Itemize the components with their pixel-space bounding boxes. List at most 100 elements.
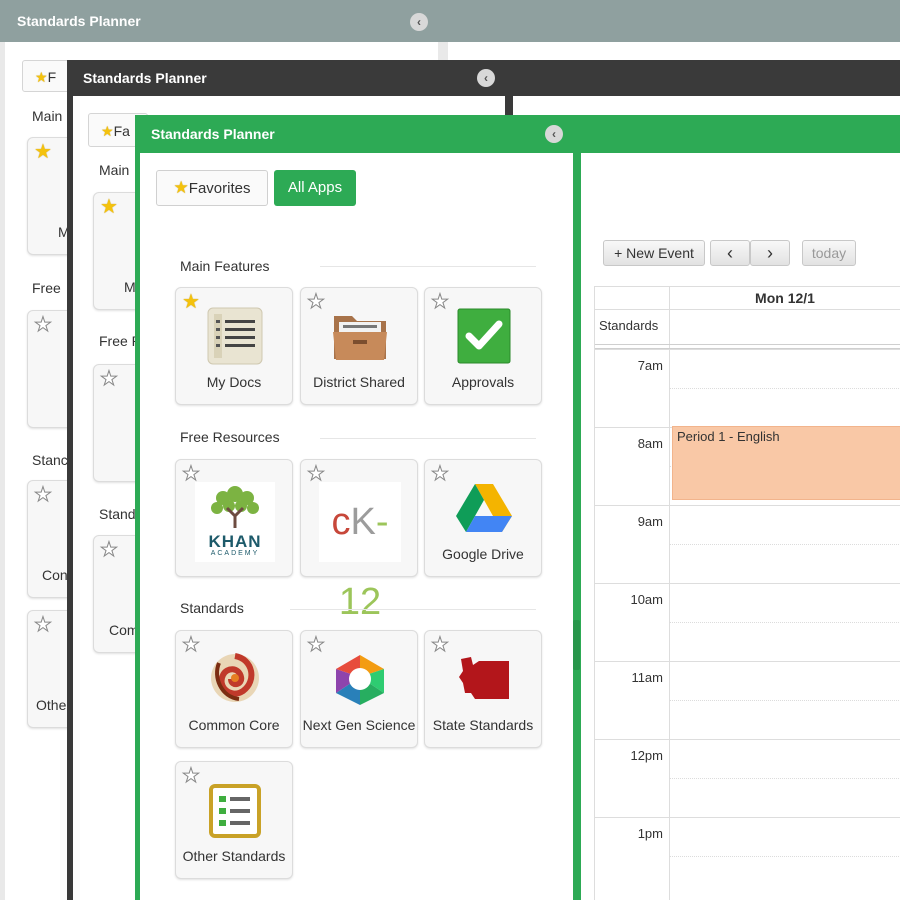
back-star-icon: ★ [34,141,52,163]
half-hour-line [669,856,900,857]
tab-all-apps-label: All Apps [287,179,343,196]
section-main-features: Main Features [180,258,270,274]
middle-window-title: Standards Planner [83,70,207,86]
day-header: Mon 12/1 [755,290,815,306]
app-tile-other-standards[interactable]: ★ Other Standards [175,761,293,879]
app-label: My Docs [206,374,262,390]
half-hour-line [669,388,900,389]
state-map-icon [459,657,509,699]
back-standards-heading: Stanc [32,452,68,468]
back-main-heading: Main [32,108,63,124]
back-free-heading: Free [32,280,61,296]
favorite-star-icon[interactable]: ★ [182,766,201,787]
today-button[interactable]: today [802,240,856,266]
favorite-star-icon[interactable]: ★ [307,292,326,313]
favorite-star-icon[interactable]: ★ [431,464,450,485]
hour-label: 7am [637,358,663,373]
favorite-star-icon[interactable]: ★ [182,635,201,656]
ck12-logo: cK-12 [319,482,401,623]
calendar-panel: + New Event ‹ › today Mon 12/1 Standards… [581,153,900,900]
calendar-grid: Mon 12/1 Standards 7am 8am 9am 10am 11am 12pm… [594,286,900,900]
favorite-star-icon[interactable]: ★ [307,635,326,656]
tab-favorites-label: Favorites [188,180,251,197]
half-hour-line [669,778,900,779]
ck12-c: c [331,501,351,543]
app-tile-my-docs[interactable]: ★ My Docs [175,287,293,405]
khan-logo-text: KHAN [208,532,262,551]
hour-line [595,583,900,584]
header-line [595,309,900,310]
app-tile-google-drive[interactable]: ★ Google Drive [424,459,542,577]
app-tile-approvals[interactable]: ★ Approvals [424,287,542,405]
tab-all-apps[interactable]: All Apps [274,170,356,206]
calendar-event[interactable]: Period 1 - English [672,426,900,500]
hour-label: 11am [631,670,663,685]
checklist-icon [209,784,261,838]
ck12-k: K [350,501,376,543]
tab-favorites[interactable]: ★Favorites [156,170,268,206]
google-drive-icon [456,484,512,532]
section-divider [320,438,536,439]
hour-line [595,661,900,662]
middle-standards-heading: Stand [99,506,136,522]
favorite-star-icon[interactable]: ★ [182,292,200,312]
hour-line [595,505,900,506]
back-window-close-icon[interactable]: ‹ [410,13,428,31]
event-title: Period 1 - English [677,429,780,444]
app-tile-district-shared[interactable]: ★ District Shared [300,287,418,405]
next-button[interactable]: › [750,240,790,266]
splitter-handle[interactable] [573,620,580,670]
hour-label: 9am [637,514,663,529]
app-label: Approvals [451,374,515,390]
back-window-titlebar: Standards Planner [0,0,900,42]
hour-label: 8am [637,436,663,451]
hour-label: 12pm [630,748,663,763]
back-window-title: Standards Planner [17,13,141,29]
half-hour-line [669,622,900,623]
folder-icon [333,316,387,360]
panel-splitter[interactable] [573,153,581,900]
hour-label: 1pm [637,826,663,841]
app-label: Next Gen Science [302,717,416,733]
front-window-close-icon[interactable]: ‹ [545,125,563,143]
middle-favorites-label: Fa [113,123,130,139]
app-label: Google Drive [442,546,524,562]
khan-logo-subtext: ACADEMY [210,550,260,557]
favorite-star-icon[interactable]: ★ [431,635,450,656]
app-label: Common Core [188,717,280,733]
khan-academy-logo: KHAN ACADEMY [195,482,275,562]
app-tile-common-core[interactable]: ★ Common Core [175,630,293,748]
app-tile-khan-academy[interactable]: ★ KHAN ACADEMY [175,459,293,577]
middle-star-icon: ★ [100,196,118,218]
section-free-resources: Free Resources [180,429,280,445]
app-tile-next-gen-science[interactable]: ★ Next Gen Science [300,630,418,748]
prev-button[interactable]: ‹ [710,240,750,266]
back-favorites-label: F [47,69,57,85]
app-label: District Shared [313,374,405,390]
favorite-star-icon[interactable]: ★ [307,464,326,485]
front-window-title: Standards Planner [151,126,275,142]
middle-star-icon: ★ [100,368,119,390]
app-tile-ck12[interactable]: ★ cK-12 [300,459,418,623]
hour-line [595,739,900,740]
section-standards: Standards [180,600,244,616]
back-favorites-star-icon: ★ [35,69,48,85]
hour-line [595,349,900,350]
section-divider [320,266,536,267]
common-core-icon [211,653,259,702]
favorite-star-icon[interactable]: ★ [431,292,450,313]
section-divider [290,609,536,610]
app-label: State Standards [432,717,534,733]
app-tile-state-standards[interactable]: ★ State Standards [424,630,542,748]
favorite-star-icon[interactable]: ★ [182,464,201,485]
allday-label: Standards [599,318,659,333]
hour-line [595,817,900,818]
new-event-button[interactable]: + New Event [603,240,705,266]
half-hour-line [669,700,900,701]
middle-window-close-icon[interactable]: ‹ [477,69,495,87]
hour-label: 10am [630,592,663,607]
document-list-icon [207,307,263,365]
middle-main-heading: Main [99,162,130,178]
app-launcher-panel: ★Favorites All Apps Main Features ★ My D… [140,153,573,900]
middle-favorites-star-icon: ★ [101,123,114,139]
